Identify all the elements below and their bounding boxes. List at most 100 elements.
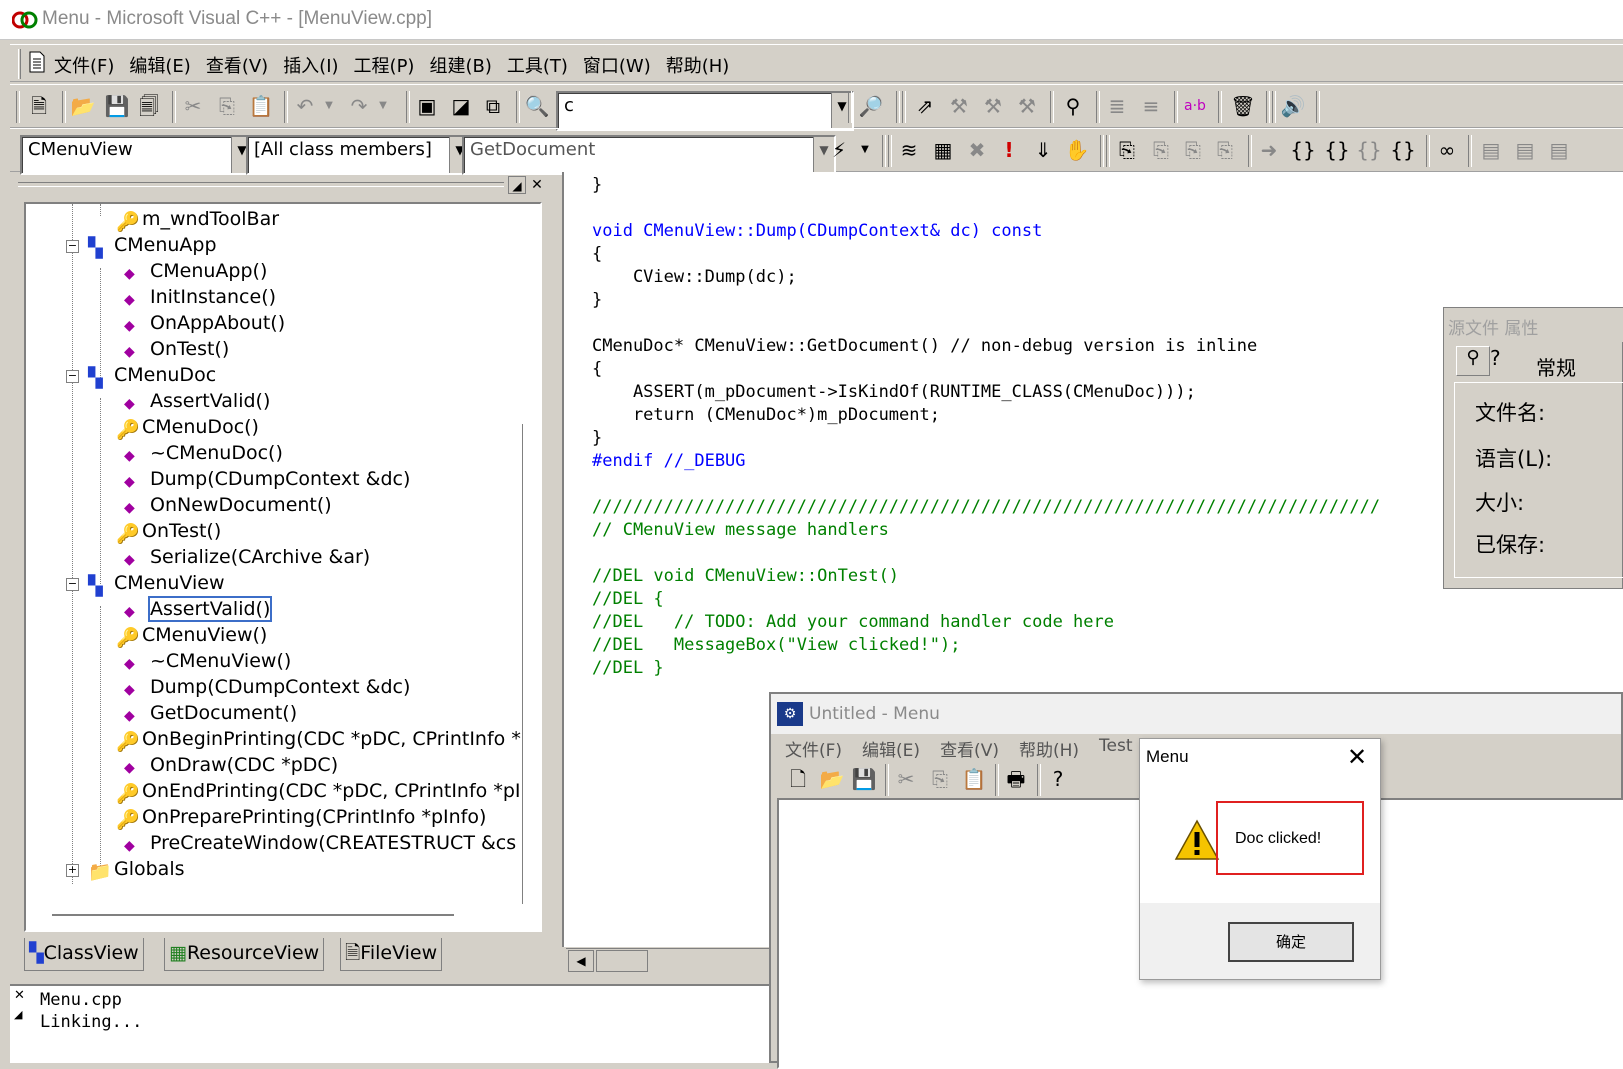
menu-tools[interactable]: 工具(T): [507, 52, 568, 78]
pane-close-icon[interactable]: ✕: [528, 176, 546, 194]
tree-item-method[interactable]: ◆ CMenuApp(): [124, 258, 267, 284]
app-menu-edit[interactable]: 编辑(E): [862, 736, 920, 761]
show-next-icon[interactable]: ➜: [1256, 137, 1282, 163]
tree-item-m-wndtoolbar[interactable]: 🔑 m_wndToolBar: [116, 206, 279, 233]
ok-button[interactable]: 确定: [1228, 922, 1354, 962]
wizard-action-icon[interactable]: ⚡: [826, 137, 852, 163]
tree-item-method[interactable]: ◆ AssertValid(): [124, 388, 270, 414]
tab-general[interactable]: 常规: [1526, 348, 1623, 382]
app-menu-test[interactable]: Test: [1099, 736, 1132, 761]
stop-build-icon[interactable]: ⚒: [980, 93, 1006, 119]
pane-gripper[interactable]: [18, 182, 504, 187]
variables-icon[interactable]: ▤: [1512, 137, 1538, 163]
find-combo[interactable]: c ▼: [556, 91, 854, 131]
redo-icon[interactable]: ↷: [346, 93, 372, 119]
scroll-thumb[interactable]: [596, 950, 648, 972]
app-menu-file[interactable]: 文件(F): [785, 736, 842, 761]
step-into-icon[interactable]: {}: [1290, 137, 1316, 163]
tree-item-method-selected[interactable]: ◆ AssertValid(): [124, 596, 273, 622]
select-config-icon[interactable]: ▦: [930, 137, 956, 163]
tree-item-cmenuapp[interactable]: ▚ CMenuApp: [88, 232, 217, 259]
tree-item-cmenuview[interactable]: ▚ CMenuView: [88, 570, 225, 597]
tab-classview[interactable]: ▚ClassView: [24, 938, 144, 971]
tree-item-method[interactable]: 🔑 CMenuDoc(): [116, 414, 259, 441]
tree-item-method[interactable]: ◆ OnAppAbout(): [124, 310, 285, 336]
step-over-icon[interactable]: {}: [1324, 137, 1350, 163]
wizard-action-dropdown-icon[interactable]: ▼: [852, 137, 878, 163]
binoculars-icon[interactable]: ⚲: [1060, 93, 1086, 119]
tree-item-method[interactable]: ◆ Dump(CDumpContext &dc): [124, 674, 410, 700]
watch-icon[interactable]: ▤: [1478, 137, 1504, 163]
open-icon[interactable]: 📂: [70, 93, 96, 119]
copy-icon[interactable]: ⎘: [927, 766, 953, 792]
stop-icon[interactable]: ✖: [964, 137, 990, 163]
app-menu-help[interactable]: 帮助(H): [1019, 736, 1079, 761]
whitespace-icon[interactable]: a·b: [1182, 93, 1208, 119]
workspace-icon[interactable]: ▣: [414, 93, 440, 119]
menu-project[interactable]: 工程(P): [354, 52, 415, 78]
vertical-scrollbar[interactable]: [522, 424, 526, 904]
hand-icon[interactable]: ✋: [1064, 137, 1090, 163]
app-menu-view[interactable]: 查看(V): [940, 736, 999, 761]
menubar-grip[interactable]: [18, 49, 21, 79]
new-text-file-icon[interactable]: 🗎: [26, 93, 52, 119]
tree-item-method[interactable]: ◆ Serialize(CArchive &ar): [124, 544, 370, 570]
debug-restart-icon[interactable]: ⎘: [1180, 137, 1206, 163]
tree-item-method[interactable]: 🔑 OnEndPrinting(CDC *pDC, CPrintInfo *pI: [116, 778, 520, 805]
window-list-icon[interactable]: ⧉: [480, 93, 506, 119]
paste-icon[interactable]: 📋: [961, 766, 987, 792]
tree-item-method[interactable]: ◆ InitInstance(): [124, 284, 276, 310]
execute-icon[interactable]: ⚒: [1014, 93, 1040, 119]
tree-item-method[interactable]: ◆ PreCreateWindow(CREATESTRUCT &cs: [124, 830, 516, 856]
quickwatch-icon[interactable]: ∞: [1434, 137, 1460, 163]
pin-icon[interactable]: ⚲: [1456, 346, 1490, 376]
build-exclamation-icon[interactable]: !: [996, 137, 1022, 163]
close-icon[interactable]: ✕: [1344, 743, 1370, 773]
menu-insert[interactable]: 插入(I): [283, 52, 338, 78]
output-window-icon[interactable]: ◪: [448, 93, 474, 119]
menu-view[interactable]: 查看(V): [206, 52, 268, 78]
indent-icon[interactable]: ≣: [1104, 93, 1130, 119]
debug-break-icon[interactable]: ⎘: [1212, 137, 1238, 163]
tree-item-method[interactable]: 🔑 OnTest(): [116, 518, 221, 545]
print-icon[interactable]: 🖶: [1003, 766, 1029, 792]
output-close-icon[interactable]: ✕: [14, 988, 32, 1004]
collapse-icon[interactable]: −: [66, 578, 79, 591]
save-all-icon[interactable]: 🗐: [136, 93, 162, 119]
tree-item-method[interactable]: ◆ OnDraw(CDC *pDC): [124, 752, 338, 778]
compile-icon[interactable]: ⇗: [912, 93, 938, 119]
tree-item-method[interactable]: ◆ GetDocument(): [124, 700, 297, 726]
filter-combo[interactable]: [All class members] ▼: [246, 135, 472, 175]
tree-item-method[interactable]: ◆ ~CMenuView(): [124, 648, 291, 674]
tree-item-method[interactable]: 🔑 OnPreparePrinting(CPrintInfo *pInfo): [116, 804, 486, 831]
tree-item-cmenudoc[interactable]: ▚ CMenuDoc: [88, 362, 216, 389]
find-icon[interactable]: 🔎: [858, 93, 884, 119]
output-maximize-icon[interactable]: ◢: [14, 1008, 32, 1024]
help-icon[interactable]: ?: [1490, 346, 1514, 376]
build-icon[interactable]: ⚒: [946, 93, 972, 119]
speaker-icon[interactable]: 🔊: [1280, 93, 1306, 119]
insert-project-icon[interactable]: ≋: [896, 137, 922, 163]
tree-item-globals[interactable]: 📁 Globals: [88, 856, 185, 883]
tree-item-method[interactable]: 🔑 OnBeginPrinting(CDC *pDC, CPrintInfo *: [116, 726, 521, 753]
tree-item-method[interactable]: ◆ ~CMenuDoc(): [124, 440, 283, 466]
member-combo[interactable]: GetDocument ▼: [462, 135, 836, 175]
class-combo[interactable]: CMenuView ▼: [20, 135, 254, 175]
go-icon[interactable]: ⇓: [1030, 137, 1056, 163]
save-icon[interactable]: 💾: [851, 766, 877, 792]
debug-icon[interactable]: ⎘: [1114, 137, 1140, 163]
paste-icon[interactable]: 📋: [248, 93, 274, 119]
pane-maximize-icon[interactable]: ◢: [508, 176, 526, 194]
tab-resourceview[interactable]: ▦ResourceView: [164, 938, 325, 971]
cut-icon[interactable]: ✂: [893, 766, 919, 792]
menu-file[interactable]: 文件(F): [54, 52, 114, 78]
menu-window[interactable]: 窗口(W): [583, 52, 651, 78]
undo-icon[interactable]: ↶: [292, 93, 318, 119]
context-help-icon[interactable]: ?: [1045, 766, 1071, 792]
step-out-icon[interactable]: {}: [1356, 137, 1382, 163]
menu-edit[interactable]: 编辑(E): [129, 52, 190, 78]
tree-item-method[interactable]: ◆ OnNewDocument(): [124, 492, 332, 518]
save-icon[interactable]: 💾: [104, 93, 130, 119]
tree-item-method[interactable]: ◆ Dump(CDumpContext &dc): [124, 466, 410, 492]
collapse-icon[interactable]: −: [66, 240, 79, 253]
